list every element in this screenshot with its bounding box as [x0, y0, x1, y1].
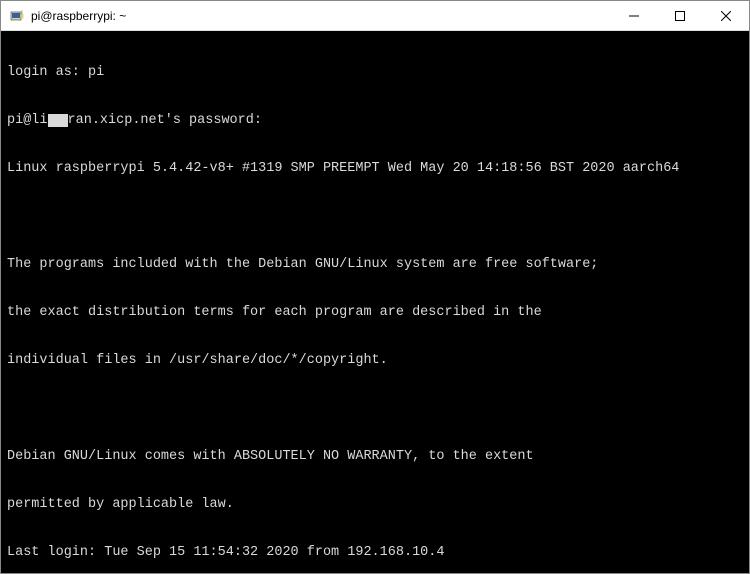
- terminal-area[interactable]: login as: pi pi@li ran.xicp.net's passwor…: [1, 31, 749, 573]
- terminal-line: The programs included with the Debian GN…: [7, 257, 743, 273]
- window-title: pi@raspberrypi: ~: [31, 9, 611, 23]
- titlebar[interactable]: pi@raspberrypi: ~: [1, 1, 749, 31]
- host-text-pre: pi@li: [7, 113, 48, 128]
- terminal-line: individual files in /usr/share/doc/*/cop…: [7, 353, 743, 369]
- window-controls: [611, 1, 749, 30]
- terminal-line: pi@li ran.xicp.net's password:: [7, 113, 743, 129]
- close-button[interactable]: [703, 1, 749, 30]
- putty-window: pi@raspberrypi: ~ login as: pi pi@li ran.…: [0, 0, 750, 574]
- terminal-line: the exact distribution terms for each pr…: [7, 305, 743, 321]
- minimize-button[interactable]: [611, 1, 657, 30]
- terminal-line: Debian GNU/Linux comes with ABSOLUTELY N…: [7, 449, 743, 465]
- terminal-line: [7, 209, 743, 225]
- maximize-button[interactable]: [657, 1, 703, 30]
- terminal-line: Last login: Tue Sep 15 11:54:32 2020 fro…: [7, 545, 743, 561]
- terminal-line: Linux raspberrypi 5.4.42-v8+ #1319 SMP P…: [7, 161, 743, 177]
- terminal-line: [7, 401, 743, 417]
- terminal-line: permitted by applicable law.: [7, 497, 743, 513]
- host-text-post: ran.xicp.net's password:: [68, 113, 262, 128]
- putty-icon: [9, 8, 25, 24]
- redacted-block: [48, 114, 68, 127]
- terminal-line: login as: pi: [7, 65, 743, 81]
